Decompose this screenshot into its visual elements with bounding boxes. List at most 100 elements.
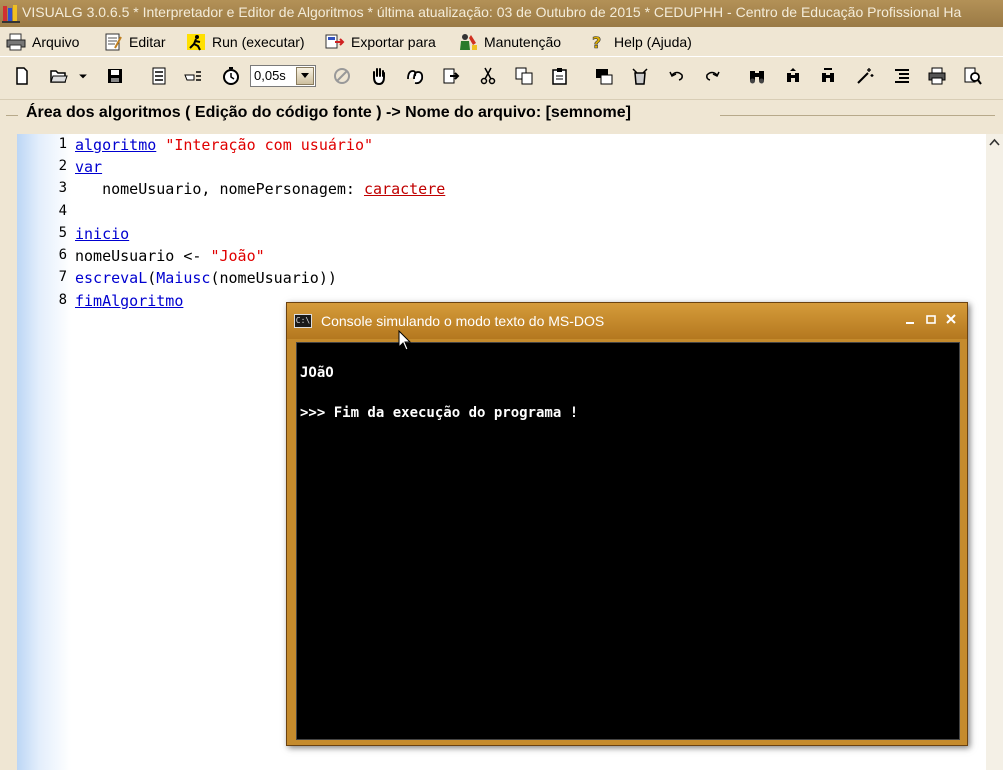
code-token: nomeUsuario, nomePersonagem: <box>75 180 364 198</box>
menu-manutencao[interactable]: Manutenção <box>458 31 561 52</box>
format-button[interactable] <box>891 65 913 87</box>
export-icon <box>325 34 345 48</box>
wand-button[interactable] <box>854 65 876 87</box>
find-button[interactable] <box>746 65 768 87</box>
menu-run[interactable]: Run (executar) <box>186 31 305 52</box>
pointing-hand-icon <box>184 71 201 81</box>
new-file-icon <box>16 67 28 85</box>
page-select-icon <box>596 69 613 85</box>
line-number: 2 <box>58 158 67 174</box>
group-border <box>720 115 995 116</box>
step-button[interactable] <box>404 65 426 87</box>
code-line[interactable]: escrevaL(Maiusc(nomeUsuario)) <box>75 269 337 287</box>
code-line[interactable]: inicio <box>75 225 129 243</box>
svg-text:?: ? <box>592 33 601 51</box>
list-icon <box>152 67 166 85</box>
line-number: 6 <box>58 247 67 263</box>
keyword-token: algoritmo <box>75 136 157 154</box>
code-line[interactable]: fimAlgoritmo <box>75 292 183 310</box>
chevron-up-icon[interactable] <box>989 138 1000 146</box>
code-line[interactable]: algoritmo "Interação com usuário" <box>75 136 373 154</box>
copy-button[interactable] <box>513 65 535 87</box>
code-token: nomeUsuario <- <box>75 247 211 265</box>
document-arrow-icon <box>443 68 460 84</box>
redo-button[interactable] <box>701 65 723 87</box>
console-title-bar[interactable]: C:\ Console simulando o modo texto do MS… <box>287 303 967 339</box>
open-file-button[interactable] <box>48 65 70 87</box>
timer-button[interactable] <box>220 65 242 87</box>
close-button[interactable] <box>944 313 958 327</box>
select-all-button[interactable] <box>593 65 615 87</box>
line-number: 4 <box>58 203 67 219</box>
console-output-line: JOãO <box>300 365 334 381</box>
menu-label: Exportar para <box>351 33 436 50</box>
print-button[interactable] <box>926 65 948 87</box>
menu-label: Help (Ajuda) <box>614 33 692 50</box>
cut-button[interactable] <box>477 65 499 87</box>
maintenance-icon <box>460 33 477 50</box>
line-number: 1 <box>58 136 67 152</box>
title-bar[interactable]: VISUALG 3.0.6.5 * Interpretador e Editor… <box>0 0 1003 27</box>
open-recent-dropdown[interactable] <box>76 65 90 87</box>
toolbar: 0,05s <box>0 56 1003 100</box>
line-number: 8 <box>58 292 67 308</box>
maximize-button[interactable] <box>924 313 938 327</box>
menu-label: Run (executar) <box>212 33 305 50</box>
window-title: VISUALG 3.0.6.5 * Interpretador e Editor… <box>22 4 962 20</box>
code-line[interactable]: nomeUsuario, nomePersonagem: caractere <box>75 180 445 198</box>
app-icon[interactable] <box>2 4 20 23</box>
close-icon <box>946 314 956 324</box>
new-file-button[interactable] <box>11 65 33 87</box>
speed-value: 0,05s <box>254 68 286 83</box>
replace-button[interactable] <box>817 65 839 87</box>
paste-button[interactable] <box>549 65 571 87</box>
chevron-down-icon <box>301 73 309 78</box>
menu-editar[interactable]: Editar <box>103 31 166 52</box>
line-number: 3 <box>58 180 67 196</box>
copy-icon <box>515 67 533 85</box>
prohibited-icon <box>334 68 350 84</box>
scissors-icon <box>480 67 496 85</box>
type-token: caractere <box>363 180 446 198</box>
function-token: Maiusc <box>156 269 211 287</box>
save-button[interactable] <box>104 65 126 87</box>
indent-button[interactable] <box>182 65 204 87</box>
group-border <box>6 115 18 116</box>
console-icon: C:\ <box>294 314 312 328</box>
code-line[interactable]: nomeUsuario <- "João" <box>75 247 265 265</box>
save-icon <box>108 69 122 83</box>
keyword-token: fimAlgoritmo <box>75 292 184 310</box>
speed-dropdown-button[interactable] <box>296 67 314 85</box>
magnifier-document-icon <box>964 67 982 85</box>
pause-button[interactable] <box>368 65 390 87</box>
menu-label: Editar <box>129 33 166 50</box>
stop-button[interactable] <box>331 65 353 87</box>
trash-icon <box>632 68 648 85</box>
console-output-line: >>> Fim da execução do programa ! <box>300 405 579 421</box>
keyword-token: inicio <box>75 225 130 243</box>
line-number-gutter: 1 2 3 4 5 6 7 8 <box>17 134 71 770</box>
line-number: 5 <box>58 225 67 241</box>
printer-icon <box>6 33 26 50</box>
run-step-button[interactable] <box>440 65 462 87</box>
menu-help[interactable]: ? Help (Ajuda) <box>588 31 692 52</box>
console-window[interactable]: C:\ Console simulando o modo texto do MS… <box>286 302 968 746</box>
binoculars-icon <box>750 71 764 84</box>
comment-button[interactable] <box>148 65 170 87</box>
find-next-button[interactable] <box>782 65 804 87</box>
menu-bar: Arquivo Editar Run (executar) Exportar p… <box>0 27 1003 56</box>
menu-label: Manutenção <box>484 33 562 50</box>
undo-button[interactable] <box>666 65 688 87</box>
clear-button[interactable] <box>629 65 651 87</box>
minimize-button[interactable] <box>903 313 917 327</box>
code-line[interactable]: var <box>75 158 102 176</box>
console-screen[interactable]: JOãO >>> Fim da execução do programa ! <box>296 342 960 740</box>
help-icon: ? <box>592 33 602 51</box>
speed-select[interactable]: 0,05s <box>250 65 316 87</box>
print-preview-button[interactable] <box>962 65 984 87</box>
menu-arquivo[interactable]: Arquivo <box>6 31 79 52</box>
line-number: 7 <box>58 269 67 285</box>
menu-exportar[interactable]: Exportar para <box>325 31 436 52</box>
vertical-scrollbar[interactable] <box>986 134 1003 770</box>
